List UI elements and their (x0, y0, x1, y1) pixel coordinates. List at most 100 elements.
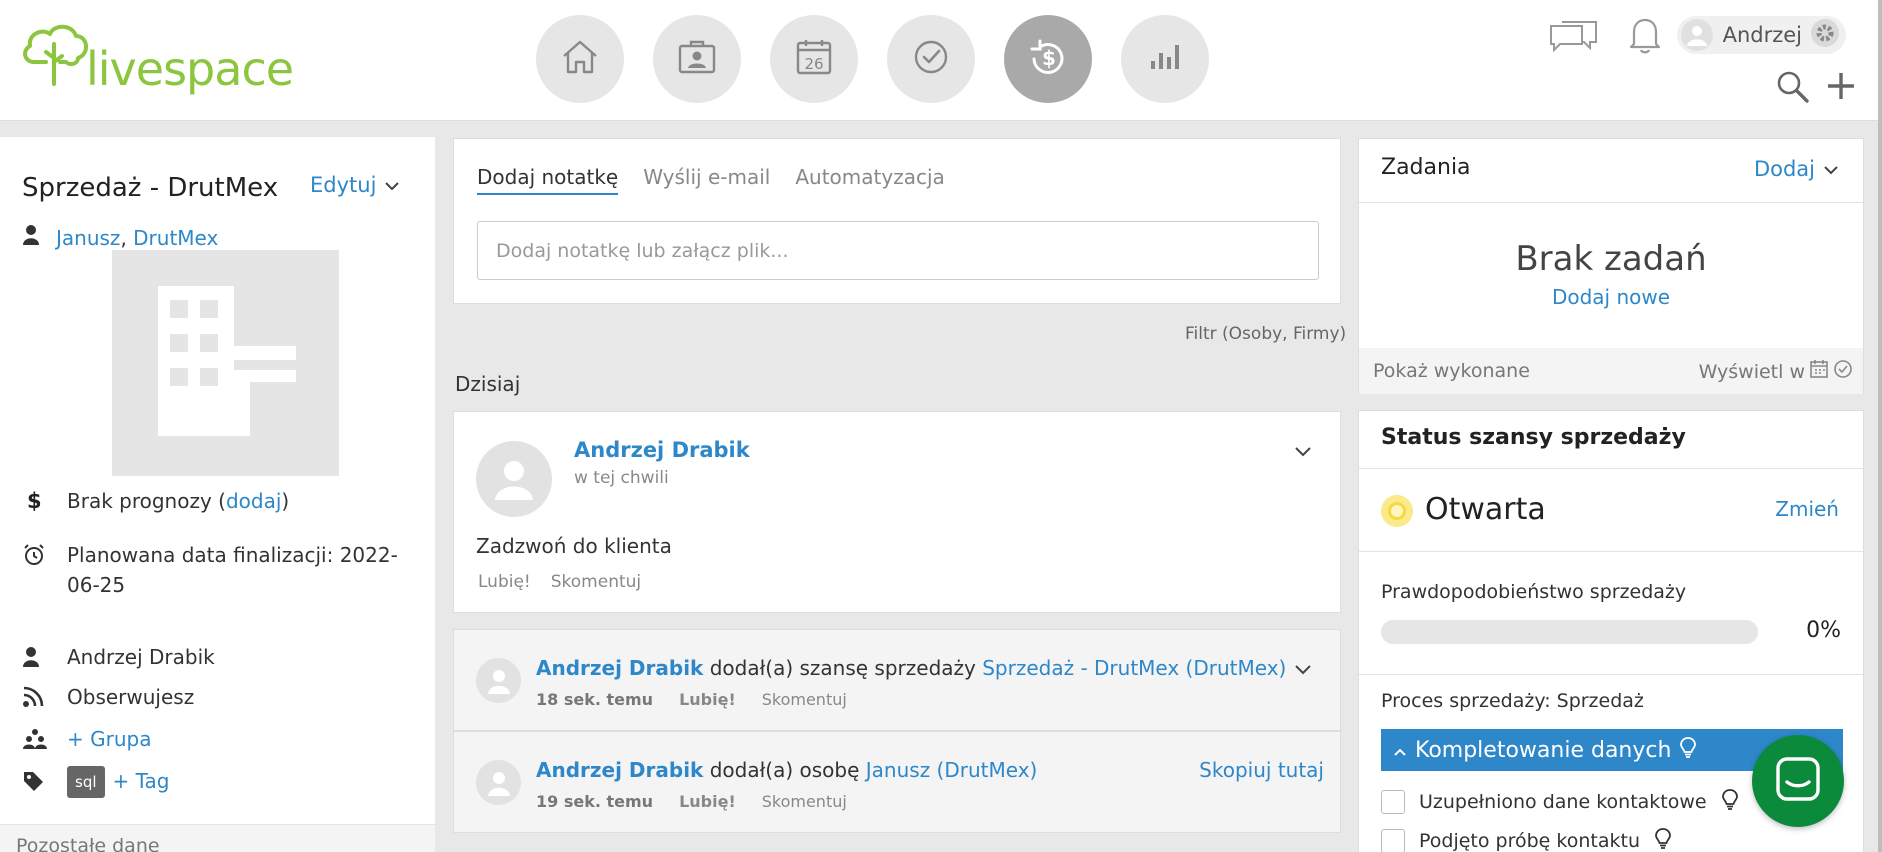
add-tag-link[interactable]: + Tag (113, 766, 170, 796)
post-author-link[interactable]: Andrzej Drabik (574, 438, 750, 462)
author-avatar (476, 441, 552, 517)
note-composer: Dodaj notatkę Wyślij e-mail Automatyzacj… (453, 138, 1341, 304)
livespace-logo[interactable]: livespace (20, 22, 294, 92)
main-nav: 26 $ (536, 15, 1209, 103)
following-row: Obserwujesz (22, 682, 194, 712)
add-new-task-link-wrap: Dodaj nowe (1359, 285, 1863, 309)
check-view-icon[interactable] (1833, 359, 1853, 384)
activity-time: 18 sek. temu (536, 690, 654, 709)
probability-label: Prawdopodobieństwo sprzedaży (1381, 581, 1687, 603)
live-chat-button[interactable] (1752, 735, 1844, 827)
feed-filter[interactable]: Filtr (Osoby, Firmy) (1185, 324, 1346, 344)
other-data-section[interactable]: Pozostałe dane (0, 824, 435, 852)
tag-icon (22, 766, 67, 796)
tasks-footer: Pokaż wykonane Wyświetl w (1359, 348, 1863, 394)
contact-person-link[interactable]: Janusz (56, 226, 120, 250)
activity-like-button[interactable]: Lubię! (679, 792, 736, 811)
post-time: w tej chwili (574, 468, 669, 488)
nav-contacts-button[interactable] (653, 15, 741, 103)
activity-avatar (476, 658, 521, 703)
top-header: livespace 26 $ Andrzej (0, 0, 1882, 121)
tasks-panel: Zadania Dodaj Brak zadań Dodaj nowe Poka… (1358, 138, 1864, 394)
post-menu-chevron-icon[interactable] (1294, 442, 1312, 461)
tasks-title: Zadania (1381, 155, 1471, 180)
contact-company-link[interactable]: DrutMex (133, 226, 218, 250)
tab-send-email[interactable]: Wyślij e-mail (643, 165, 770, 195)
add-group-link[interactable]: + Grupa (67, 724, 151, 754)
activity-like-button[interactable]: Lubię! (679, 690, 736, 709)
user-name: Andrzej (1722, 23, 1802, 47)
following-status[interactable]: Obserwujesz (67, 682, 194, 712)
post-text: Zadzwoń do klienta (476, 534, 672, 558)
add-task-button[interactable]: Dodaj (1754, 157, 1839, 181)
view-in-label: Wyświetl w (1698, 360, 1805, 383)
tag-sql-badge[interactable]: sql (67, 766, 105, 798)
notifications-bell-icon[interactable] (1626, 14, 1664, 58)
activity-item: Andrzej Drabik dodał(a) osobę Janusz (Dr… (453, 731, 1341, 833)
lightbulb-hint-icon[interactable] (1654, 827, 1672, 852)
activity-comment-button[interactable]: Skomentuj (762, 690, 847, 709)
tab-add-note[interactable]: Dodaj notatkę (477, 165, 619, 195)
activity-target-link[interactable]: Sprzedaż - DrutMex (DrutMex) (982, 656, 1286, 680)
change-status-link[interactable]: Zmień (1775, 497, 1839, 521)
activity-chevron-icon[interactable] (1294, 660, 1312, 679)
feed-post: Andrzej Drabik w tej chwili Zadzwoń do k… (453, 411, 1341, 613)
home-icon (560, 38, 600, 80)
nav-tasks-button[interactable] (887, 15, 975, 103)
divider (1359, 468, 1863, 469)
activity-author-link[interactable]: Andrzej Drabik (536, 656, 703, 680)
lightbulb-icon[interactable] (1679, 736, 1697, 764)
owner-person-icon (22, 642, 67, 672)
deal-title: Sprzedaż - DrutMex (22, 173, 279, 203)
divider (1359, 551, 1863, 552)
nav-calendar-button[interactable]: 26 (770, 15, 858, 103)
contact-separator: , (120, 225, 127, 250)
calendar-view-icon[interactable] (1809, 359, 1829, 384)
search-icon[interactable] (1776, 70, 1810, 108)
tasks-check-icon (911, 37, 951, 81)
checklist-checkbox[interactable] (1381, 828, 1405, 852)
checklist-label: Uzupełniono dane kontaktowe (1419, 790, 1707, 813)
cloud-tree-icon (20, 22, 92, 92)
group-people-icon (22, 724, 67, 754)
forecast-row: $ Brak prognozy (dodaj) (22, 486, 289, 516)
add-forecast-link[interactable]: dodaj (226, 489, 281, 513)
stage-name: Kompletowanie danych (1415, 737, 1672, 763)
probability-slider[interactable] (1381, 620, 1758, 644)
deal-sidebar: Sprzedaż - DrutMex Edytuj Janusz, DrutMe… (0, 137, 435, 852)
nav-reports-button[interactable] (1121, 15, 1209, 103)
feed-day-label: Dzisiaj (455, 372, 521, 396)
add-new-task-link[interactable]: Dodaj nowe (1552, 285, 1670, 309)
add-plus-icon[interactable] (1826, 71, 1856, 105)
building-icon (156, 286, 296, 440)
activity-action: dodał(a) osobę (703, 758, 866, 782)
forecast-text: Brak prognozy ( (67, 489, 226, 513)
tab-automation[interactable]: Automatyzacja (795, 165, 944, 195)
copy-here-link[interactable]: Skopiuj tutaj (1199, 758, 1324, 782)
checklist-item: Uzupełniono dane kontaktowe (1381, 788, 1739, 815)
nav-sales-button[interactable]: $ (1004, 15, 1092, 103)
nav-home-button[interactable] (536, 15, 624, 103)
probability-value: 0% (1806, 618, 1841, 643)
lightbulb-hint-icon[interactable] (1721, 788, 1739, 815)
settings-gear-icon[interactable] (1810, 18, 1840, 52)
chat-messages-icon[interactable] (1548, 14, 1600, 56)
activity-meta: 18 sek. temu Lubię! Skomentuj (536, 690, 847, 709)
checklist-checkbox[interactable] (1381, 789, 1405, 814)
edit-deal-button[interactable]: Edytuj (310, 173, 400, 197)
activity-comment-button[interactable]: Skomentuj (762, 792, 847, 811)
activity-text: Andrzej Drabik dodał(a) osobę Janusz (Dr… (536, 758, 1037, 782)
owner-row: Andrzej Drabik (22, 642, 215, 672)
svg-text:$: $ (1042, 46, 1056, 70)
like-button[interactable]: Lubię! (478, 572, 531, 592)
activity-author-link[interactable]: Andrzej Drabik (536, 758, 703, 782)
comment-button[interactable]: Skomentuj (551, 572, 641, 592)
note-input[interactable] (477, 221, 1319, 280)
show-completed-link[interactable]: Pokaż wykonane (1373, 360, 1530, 382)
user-menu[interactable]: Andrzej (1676, 16, 1846, 54)
dollar-icon: $ (27, 489, 42, 513)
alarm-clock-icon (22, 540, 67, 570)
divider (1359, 674, 1863, 675)
page-scrollbar[interactable] (1878, 0, 1882, 852)
activity-target-link[interactable]: Janusz (DrutMex) (866, 758, 1038, 782)
